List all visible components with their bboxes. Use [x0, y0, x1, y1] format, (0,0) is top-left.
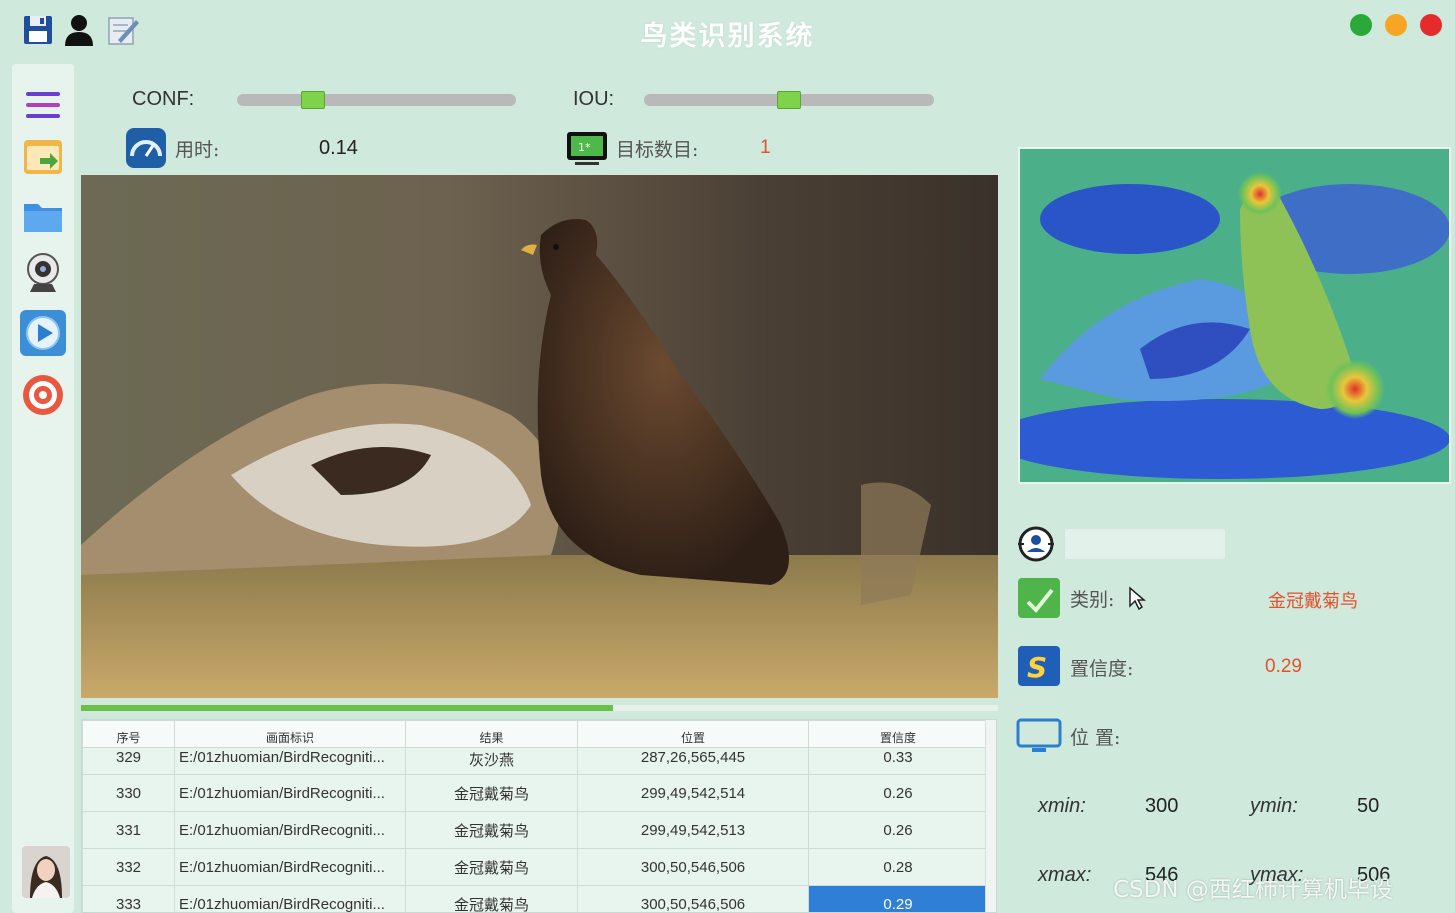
cell-confidence: 0.28	[808, 848, 988, 886]
cell-source: E:/01zhuomian/BirdRecogniti...	[174, 811, 406, 849]
cell-result: 灰沙燕	[405, 747, 578, 775]
cell-confidence: 0.26	[808, 774, 988, 812]
svg-text:1*: 1*	[578, 141, 591, 154]
target-select-icon[interactable]	[1016, 524, 1056, 564]
cell-confidence: 0.29	[808, 885, 988, 912]
cell-position: 299,49,542,514	[577, 774, 809, 812]
title-bar: 鸟类识别系统	[0, 0, 1455, 62]
cell-position: 300,50,546,506	[577, 848, 809, 886]
folder-icon[interactable]	[20, 194, 66, 240]
cell-result: 金冠戴菊鸟	[405, 811, 578, 849]
table-scrollbar[interactable]	[985, 720, 996, 912]
conf-slider[interactable]	[237, 91, 516, 109]
header-confidence[interactable]: 置信度	[808, 720, 988, 748]
video-play-icon[interactable]	[20, 310, 66, 356]
class-value: 金冠戴菊鸟	[1268, 591, 1358, 612]
cell-index: 329	[82, 747, 175, 775]
xmax-label: xmax:	[1038, 864, 1092, 886]
table-row[interactable]: 330 E:/01zhuomian/BirdRecogniti... 金冠戴菊鸟…	[82, 774, 988, 812]
cell-confidence: 0.26	[808, 811, 988, 849]
confidence-icon: S	[1018, 646, 1060, 686]
header-source[interactable]: 画面标识	[174, 720, 406, 748]
cell-index: 331	[82, 811, 175, 849]
sidebar	[12, 64, 74, 913]
header-index[interactable]: 序号	[82, 720, 175, 748]
results-table[interactable]: 序号 画面标识 结果 位置 置信度 329 E:/01zhuomian/Bird…	[81, 719, 997, 913]
header-result[interactable]: 结果	[405, 720, 578, 748]
confidence-value: 0.29	[1265, 656, 1302, 677]
maximize-dot[interactable]	[1385, 14, 1407, 36]
time-label: 用时:	[175, 139, 220, 161]
heatmap-image	[1018, 147, 1451, 484]
iou-slider[interactable]	[644, 91, 934, 109]
class-label: 类别:	[1070, 589, 1115, 611]
cell-position: 287,26,565,445	[577, 747, 809, 775]
target-icon[interactable]	[20, 372, 66, 418]
cell-index: 332	[82, 848, 175, 886]
conf-label: CONF:	[132, 88, 195, 110]
cell-result: 金冠戴菊鸟	[405, 885, 578, 912]
position-label: 位 置:	[1070, 727, 1121, 749]
table-row[interactable]: 329 E:/01zhuomian/BirdRecogniti... 灰沙燕 2…	[82, 747, 988, 775]
cell-index: 333	[82, 885, 175, 912]
iou-slider-handle[interactable]	[777, 91, 801, 109]
webcam-icon[interactable]	[20, 250, 66, 296]
header-position[interactable]: 位置	[577, 720, 809, 748]
avatar[interactable]	[22, 846, 70, 898]
cell-index: 330	[82, 774, 175, 812]
xmin-label: xmin:	[1038, 795, 1086, 817]
conf-slider-handle[interactable]	[301, 91, 325, 109]
svg-text:S: S	[1027, 651, 1047, 684]
monitor-count-icon: 1*	[565, 128, 609, 168]
table-row[interactable]: 331 E:/01zhuomian/BirdRecogniti... 金冠戴菊鸟…	[82, 811, 988, 849]
iou-label: IOU:	[573, 88, 615, 110]
cell-result: 金冠戴菊鸟	[405, 848, 578, 886]
menu-icon[interactable]	[20, 82, 66, 128]
count-value: 1	[760, 137, 771, 158]
open-image-icon[interactable]	[20, 134, 66, 180]
detection-image	[81, 175, 998, 698]
table-row-selected[interactable]: 333 E:/01zhuomian/BirdRecogniti... 金冠戴菊鸟…	[82, 885, 988, 912]
watermark: CSDN @西红柿计算机毕设	[1113, 877, 1393, 903]
target-select-dropdown[interactable]	[1064, 528, 1226, 560]
cell-source: E:/01zhuomian/BirdRecogniti...	[174, 848, 406, 886]
cell-source: E:/01zhuomian/BirdRecogniti...	[174, 747, 406, 775]
cell-confidence: 0.33	[808, 747, 988, 775]
cell-position: 299,49,542,513	[577, 811, 809, 849]
cell-result: 金冠戴菊鸟	[405, 774, 578, 812]
category-icon	[1018, 578, 1060, 618]
speedometer-icon	[124, 126, 168, 170]
cell-source: E:/01zhuomian/BirdRecogniti...	[174, 885, 406, 912]
minimize-dot[interactable]	[1350, 14, 1372, 36]
xmin-value: 300	[1145, 795, 1179, 817]
progress-fill	[81, 705, 613, 711]
position-monitor-icon	[1016, 718, 1062, 756]
cell-source: E:/01zhuomian/BirdRecogniti...	[174, 774, 406, 812]
ymin-value: 50	[1357, 795, 1380, 817]
confidence-label: 置信度:	[1070, 658, 1134, 680]
close-dot[interactable]	[1420, 14, 1442, 36]
mouse-cursor-icon	[1128, 586, 1147, 614]
count-label: 目标数目:	[616, 139, 699, 161]
ymin-label: ymin:	[1250, 795, 1298, 817]
table-row[interactable]: 332 E:/01zhuomian/BirdRecogniti... 金冠戴菊鸟…	[82, 848, 988, 886]
progress-bar	[81, 705, 998, 711]
app-title: 鸟类识别系统	[640, 21, 815, 52]
cell-position: 300,50,546,506	[577, 885, 809, 912]
time-value: 0.14	[319, 137, 358, 159]
